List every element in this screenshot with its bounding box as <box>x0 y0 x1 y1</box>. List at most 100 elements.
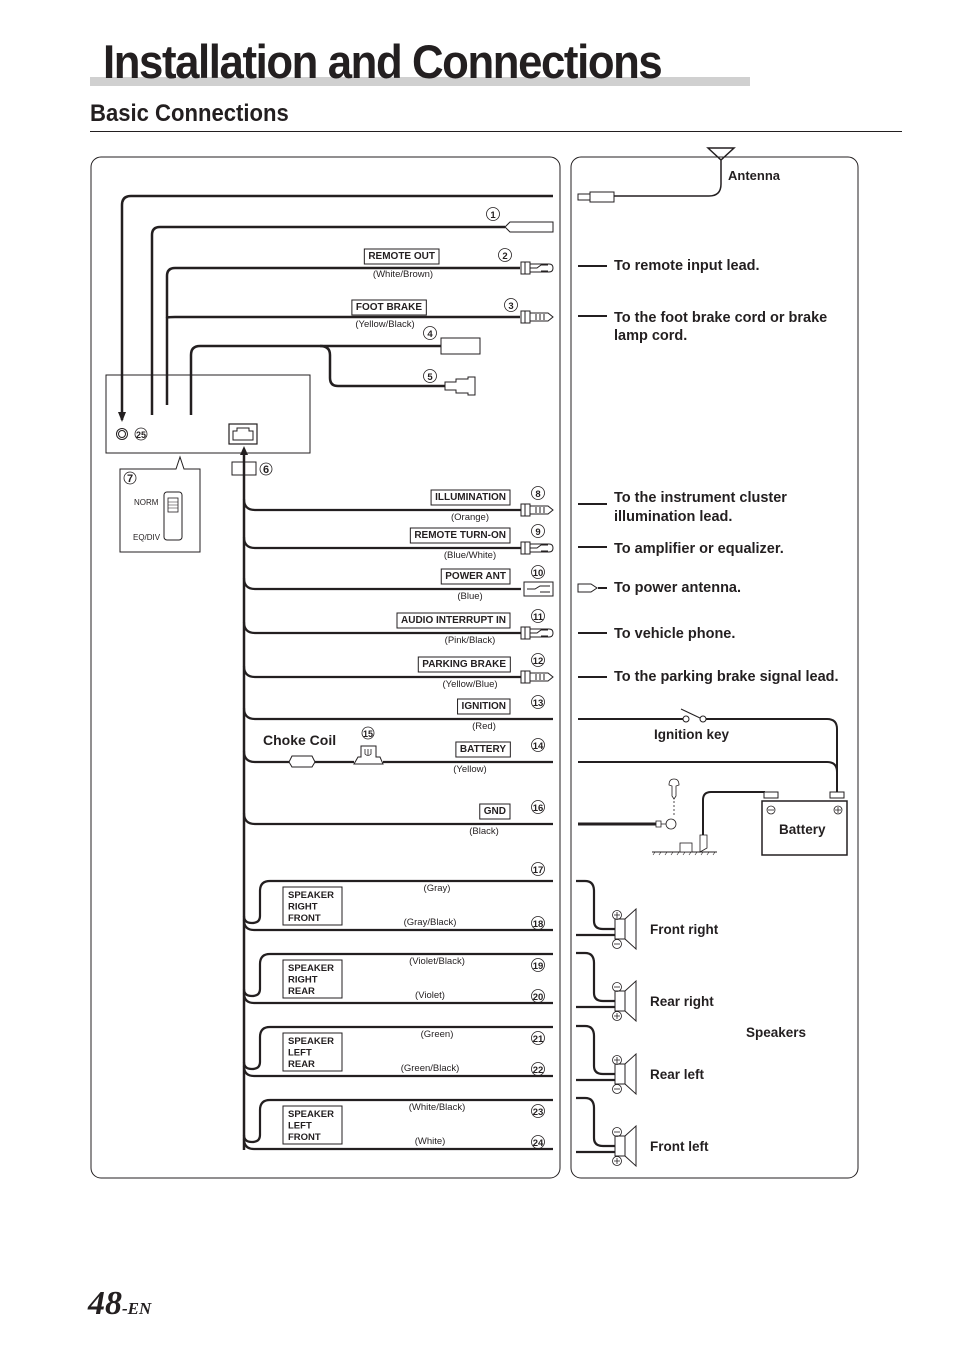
speaker-channel-label: FRONT <box>288 1132 321 1143</box>
speaker-channel-label: FRONT <box>288 913 321 924</box>
wire-color-label: (Gray) <box>424 883 451 894</box>
harness-lead-11: 11 AUDIO INTERRUPT IN (Pink/Black) <box>242 609 554 646</box>
foot-brake-label: FOOT BRAKE <box>356 302 422 313</box>
speaker-0: Front right <box>576 879 719 951</box>
page-number: 48-EN <box>88 1285 152 1322</box>
speaker-channel-label: REAR <box>288 986 315 997</box>
speaker-channel-label: SPEAKER <box>288 1036 334 1047</box>
svg-text:9: 9 <box>535 527 540 538</box>
lead-label: PARKING BRAKE <box>422 659 506 670</box>
top-lead-labels: 1 2 3 4 5 REMOTE OUT (White/Brown) FOOT BRAKE (Y… <box>351 207 554 383</box>
svg-text:17: 17 <box>533 865 544 876</box>
vehicle-phone-text: To vehicle phone. <box>614 626 735 642</box>
wire-color-label: (Pink/Black) <box>445 635 496 646</box>
svg-text:18: 18 <box>533 919 544 930</box>
remote-out-label: REMOTE OUT <box>368 251 435 262</box>
svg-text:25: 25 <box>136 430 146 440</box>
wire-color-label: (Blue) <box>457 591 482 602</box>
speaker-3: Front left <box>576 1096 709 1168</box>
ignition-switch-icon <box>682 715 690 723</box>
speaker-1: Rear right <box>576 951 714 1023</box>
parking-brake-text: To the parking brake signal lead. <box>614 669 839 685</box>
wire-color-label: (Yellow/Black) <box>355 319 414 330</box>
speaker-position-label: Front right <box>650 922 719 937</box>
wire-color-label: (White) <box>415 1136 446 1147</box>
svg-text:5: 5 <box>427 372 433 383</box>
harness-lead-12: 12 PARKING BRAKE (Yellow/Blue) <box>242 653 554 690</box>
svg-text:21: 21 <box>533 1034 544 1045</box>
choke-coil-label: Choke Coil <box>263 732 336 748</box>
svg-text:11: 11 <box>533 612 544 623</box>
amplifier-text: To amplifier or equalizer. <box>614 541 784 557</box>
speaker-lead-group-1: SPEAKERRIGHTREAR (Violet/Black) (Violet) 19… <box>242 952 553 1005</box>
speaker-wire <box>576 951 615 1009</box>
lead-5-connector <box>444 376 476 396</box>
antenna-icon <box>614 147 736 197</box>
speaker-wire <box>576 1024 615 1082</box>
speaker-channel-label: LEFT <box>288 1121 312 1132</box>
lead-connector <box>520 541 554 555</box>
illumination-text: To the instrument cluster <box>614 490 787 506</box>
svg-text:8: 8 <box>535 489 540 500</box>
lead-5-wire <box>319 344 445 388</box>
svg-text:illumination lead.: illumination lead. <box>614 509 732 525</box>
wire-color-label: (Black) <box>469 826 499 837</box>
harness-lead-group: 8 ILLUMINATION (Orange) 9 REMOTE TURN-ON (Blu… <box>242 486 554 837</box>
wire-color-label: (Blue/White) <box>444 550 496 561</box>
lead-connector <box>520 670 554 684</box>
speaker-icon <box>614 990 626 1012</box>
lead-label: REMOTE TURN-ON <box>414 530 506 541</box>
svg-text:12: 12 <box>533 656 544 667</box>
lead-label: BATTERY <box>460 744 506 755</box>
remote-input-text: To remote input lead. <box>614 258 760 274</box>
lead-label: ILLUMINATION <box>435 492 506 503</box>
svg-text:20: 20 <box>533 992 544 1003</box>
svg-text:2: 2 <box>502 251 507 262</box>
svg-text:14: 14 <box>533 741 544 752</box>
lead-1-connector <box>504 221 554 233</box>
lead-label: IGNITION <box>462 701 506 712</box>
ignition-key-label: Ignition key <box>654 727 730 742</box>
speaker-wire <box>576 879 615 937</box>
speaker-channel-label: SPEAKER <box>288 890 334 901</box>
speaker-lead-group-3: SPEAKERLEFTFRONT (White/Black) (White) 23 24 <box>242 1098 553 1151</box>
fuse-holder-icon <box>353 745 384 765</box>
choke-coil-icon <box>288 755 316 768</box>
antenna-label: Antenna <box>728 168 781 183</box>
wire-color-label: (Violet/Black) <box>409 956 465 967</box>
power-antenna-text: To power antenna. <box>614 580 741 596</box>
svg-text:1: 1 <box>490 210 496 221</box>
speaker-lead-group-2: SPEAKERLEFTREAR (Green) (Green/Black) 21 22 <box>242 1025 553 1078</box>
battery-label: Battery <box>779 822 826 837</box>
wire-color-label: (Yellow) <box>453 764 486 775</box>
svg-text:6: 6 <box>263 464 269 476</box>
svg-text:16: 16 <box>533 803 544 814</box>
svg-text:19: 19 <box>533 961 544 972</box>
power-antenna-plug-icon <box>577 583 598 593</box>
switch-position-eqdiv: EQ/DIV <box>133 533 161 542</box>
wire-color-label: (Gray/Black) <box>404 917 457 928</box>
lead-connector <box>523 581 554 597</box>
lead-connector <box>520 503 554 517</box>
lead-connector <box>520 310 554 324</box>
harness-lead-8: 8 ILLUMINATION (Orange) <box>242 486 554 523</box>
speaker-lead-group-0: SPEAKERRIGHTFRONT (Gray) (Gray/Black) 17 18 <box>242 862 553 932</box>
wire-color-label: (Orange) <box>451 512 489 523</box>
harness-lead-16: 16 GND (Black) <box>242 800 553 837</box>
speaker-2: Rear left <box>576 1024 705 1096</box>
svg-text:13: 13 <box>533 698 544 709</box>
harness-lead-10: 10 POWER ANT (Blue) <box>242 565 554 602</box>
speaker-channel-label: RIGHT <box>288 902 318 913</box>
svg-text:7: 7 <box>127 473 133 485</box>
speakers-group: Front right Rear right Rear left Front left <box>576 879 719 1168</box>
wire-color-label: (White/Brown) <box>373 269 433 280</box>
wire-color-label: (Green) <box>421 1029 454 1040</box>
speaker-position-label: Front left <box>650 1139 709 1154</box>
svg-text:24: 24 <box>533 1138 544 1149</box>
speaker-icon <box>614 1135 626 1157</box>
lead-4-connector <box>440 337 481 355</box>
wire-color-label: (White/Black) <box>409 1102 465 1113</box>
switch-position-norm: NORM <box>134 498 159 507</box>
svg-text:lamp cord.: lamp cord. <box>614 328 687 344</box>
harness-lead-9: 9 REMOTE TURN-ON (Blue/White) <box>242 524 554 561</box>
